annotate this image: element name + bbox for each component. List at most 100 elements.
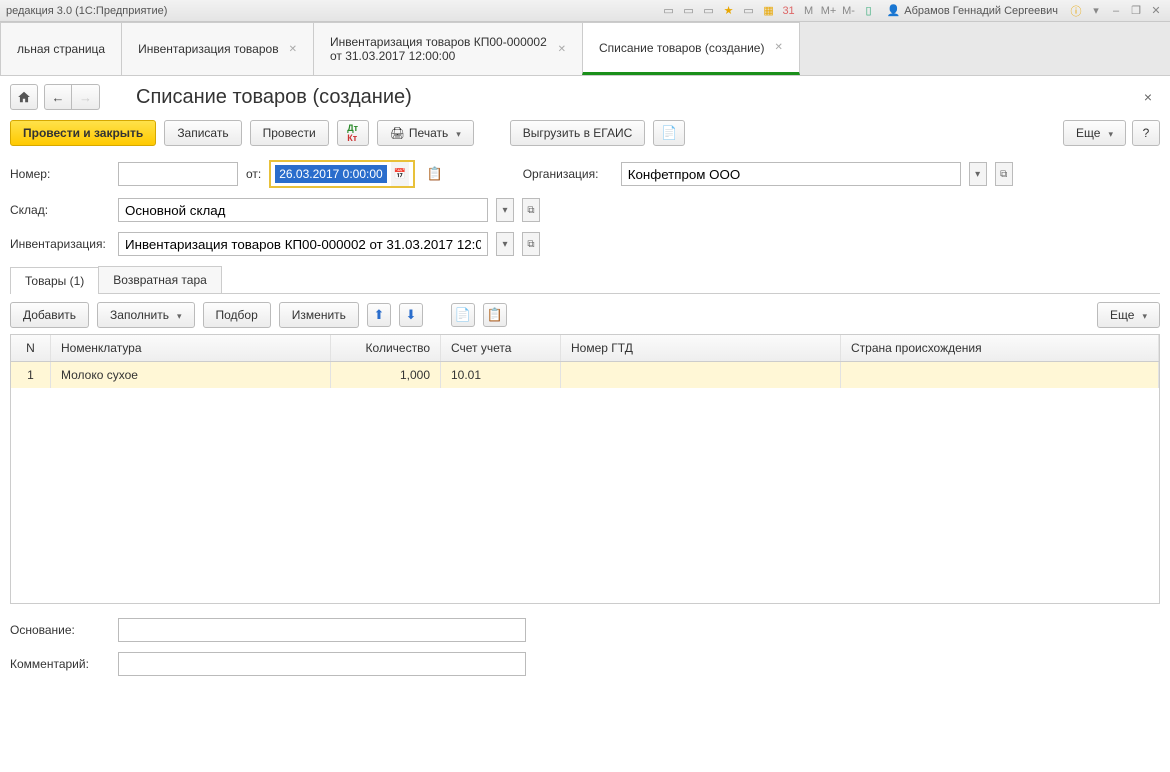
- tab-label: Возвратная тара: [113, 273, 207, 287]
- close-icon[interactable]: ✕: [558, 44, 566, 55]
- page-title: Списание товаров (создание): [136, 86, 412, 109]
- basis-input[interactable]: [118, 618, 526, 642]
- comment-input[interactable]: [118, 652, 526, 676]
- tab-returnable-tare[interactable]: Возвратная тара: [98, 266, 222, 293]
- post-button[interactable]: Провести: [250, 120, 329, 146]
- tool-icon[interactable]: ▭: [661, 3, 677, 19]
- cell-n: 1: [11, 362, 51, 388]
- btn-label: Изменить: [292, 308, 346, 322]
- titlebar: редакция 3.0 (1С:Предприятие) ▭ ▭ ▭ ★ ▭ …: [0, 0, 1170, 22]
- home-button[interactable]: [10, 84, 38, 110]
- date-input[interactable]: 26.03.2017 0:00:00: [275, 165, 386, 183]
- open-button[interactable]: ⧉: [522, 232, 540, 256]
- edit-button[interactable]: Изменить: [279, 302, 359, 328]
- panel-icon[interactable]: ▯: [861, 3, 877, 19]
- btn-label: Провести и закрыть: [23, 126, 143, 140]
- post-and-close-button[interactable]: Провести и закрыть: [10, 120, 156, 146]
- tool-icon[interactable]: ▭: [741, 3, 757, 19]
- form-row-basis: Основание:: [10, 618, 1160, 642]
- dropdown-button[interactable]: ▾: [496, 198, 514, 222]
- tab-start-page[interactable]: льная страница: [0, 22, 122, 75]
- user-block[interactable]: 👤 Абрамов Геннадий Сергеевич: [887, 4, 1058, 17]
- more-button[interactable]: Еще: [1063, 120, 1126, 146]
- move-down-button[interactable]: ⬇: [399, 303, 423, 327]
- inventory-input[interactable]: [118, 232, 488, 256]
- calc-icon[interactable]: ▦: [761, 3, 777, 19]
- table-toolbar: Добавить Заполнить Подбор Изменить ⬆ ⬇ 📄…: [10, 302, 1160, 328]
- open-button[interactable]: ⧉: [522, 198, 540, 222]
- btn-label: Подбор: [216, 308, 258, 322]
- tool-icon[interactable]: ▭: [681, 3, 697, 19]
- col-gtd[interactable]: Номер ГТД: [561, 335, 841, 361]
- goods-table[interactable]: N Номенклатура Количество Счет учета Ном…: [10, 334, 1160, 604]
- m-plus-icon[interactable]: M+: [821, 3, 837, 19]
- btn-label: Провести: [263, 126, 316, 140]
- print-button[interactable]: 🖨 Печать: [377, 120, 474, 146]
- main-tabs: льная страница Инвентаризация товаров ✕ …: [0, 22, 1170, 76]
- command-toolbar: Провести и закрыть Записать Провести ДтК…: [10, 120, 1160, 146]
- dt-kt-icon: ДтКт: [347, 123, 358, 143]
- page-close-button[interactable]: ×: [1136, 85, 1160, 109]
- m-minus-icon[interactable]: M-: [841, 3, 857, 19]
- tab-inventory-doc[interactable]: Инвентаризация товаров КП00-000002 от 31…: [313, 22, 583, 75]
- pick-button[interactable]: Подбор: [203, 302, 271, 328]
- basis-label: Основание:: [10, 623, 110, 637]
- star-icon[interactable]: ★: [721, 3, 737, 19]
- tool-icon[interactable]: ▭: [701, 3, 717, 19]
- close-icon[interactable]: ✕: [774, 42, 782, 53]
- copy-button[interactable]: 📄: [451, 303, 475, 327]
- open-button[interactable]: ⧉: [995, 162, 1013, 186]
- warehouse-input[interactable]: [118, 198, 488, 222]
- chevron-down-icon: [173, 308, 182, 322]
- chevron-down-icon: [1138, 308, 1147, 322]
- col-n[interactable]: N: [11, 335, 51, 361]
- tab-writeoff[interactable]: Списание товаров (создание) ✕: [582, 22, 800, 75]
- col-account[interactable]: Счет учета: [441, 335, 561, 361]
- help-button[interactable]: ?: [1132, 120, 1160, 146]
- move-up-button[interactable]: ⬆: [367, 303, 391, 327]
- save-button[interactable]: Записать: [164, 120, 241, 146]
- table-more-button[interactable]: Еще: [1097, 302, 1160, 328]
- tab-inventory[interactable]: Инвентаризация товаров ✕: [121, 22, 314, 75]
- tab-label: льная страница: [17, 42, 105, 56]
- cell-nomenclature: Молоко сухое: [51, 362, 331, 388]
- paste-button[interactable]: 📋: [483, 303, 507, 327]
- fill-button[interactable]: Заполнить: [97, 302, 194, 328]
- btn-label: ?: [1143, 126, 1150, 140]
- number-input[interactable]: [118, 162, 238, 186]
- warehouse-label: Склад:: [10, 203, 110, 217]
- btn-label: Еще: [1110, 308, 1134, 322]
- maximize-icon[interactable]: ❐: [1128, 3, 1144, 19]
- dt-kt-button[interactable]: ДтКт: [337, 120, 369, 146]
- chevron-down-icon: [452, 126, 461, 140]
- col-quantity[interactable]: Количество: [331, 335, 441, 361]
- dropdown-button[interactable]: ▾: [496, 232, 514, 256]
- minimize-icon[interactable]: –: [1108, 3, 1124, 19]
- document-icon-button[interactable]: 📄: [653, 120, 685, 146]
- table-row[interactable]: 1 Молоко сухое 1,000 10.01: [11, 362, 1159, 388]
- subtabs: Товары (1) Возвратная тара: [10, 266, 1160, 294]
- list-icon-button[interactable]: 📋: [423, 162, 447, 186]
- calendar-icon[interactable]: 📅: [391, 162, 409, 186]
- info-icon[interactable]: ⓘ: [1068, 3, 1084, 19]
- add-button[interactable]: Добавить: [10, 302, 89, 328]
- dropdown-icon[interactable]: ▾: [1088, 3, 1104, 19]
- col-nomenclature[interactable]: Номенклатура: [51, 335, 331, 361]
- tab-goods[interactable]: Товары (1): [10, 267, 99, 294]
- org-input[interactable]: [621, 162, 961, 186]
- dropdown-button[interactable]: ▾: [969, 162, 987, 186]
- m-icon[interactable]: M: [801, 3, 817, 19]
- close-icon[interactable]: ✕: [1148, 3, 1164, 19]
- from-label: от:: [246, 167, 261, 181]
- inventory-label: Инвентаризация:: [10, 237, 110, 251]
- user-icon: 👤: [887, 4, 901, 17]
- number-label: Номер:: [10, 167, 110, 181]
- forward-button[interactable]: →: [72, 84, 100, 110]
- col-country[interactable]: Страна происхождения: [841, 335, 1159, 361]
- org-label: Организация:: [523, 167, 613, 181]
- back-button[interactable]: ←: [44, 84, 72, 110]
- cell-country: [841, 362, 1159, 388]
- close-icon[interactable]: ✕: [289, 44, 297, 55]
- egais-button[interactable]: Выгрузить в ЕГАИС: [510, 120, 646, 146]
- calendar-icon[interactable]: 31: [781, 3, 797, 19]
